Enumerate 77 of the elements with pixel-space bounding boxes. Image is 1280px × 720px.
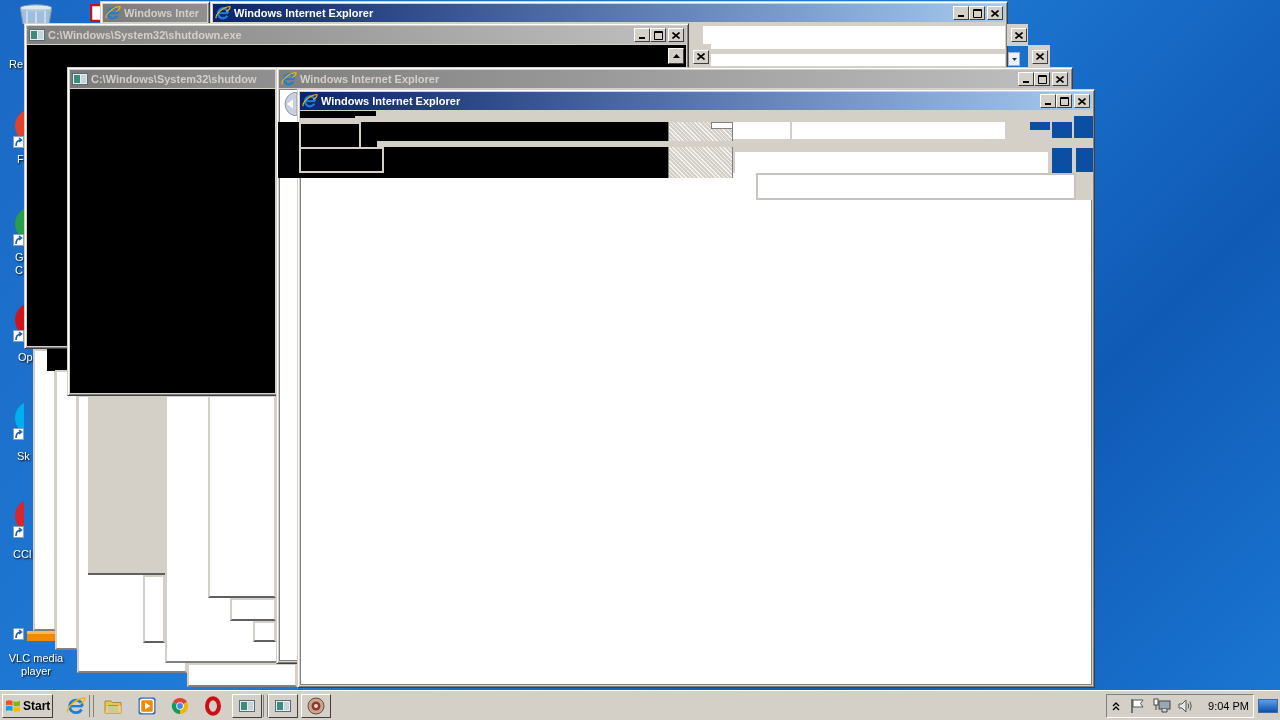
- up-triangle-icon: [672, 54, 680, 58]
- maximize-button[interactable]: [650, 28, 666, 42]
- icon-label[interactable]: Re: [9, 58, 24, 71]
- icon-label[interactable]: CCl: [13, 548, 32, 561]
- flag-icon[interactable]: [1130, 697, 1146, 714]
- close-icon: [991, 9, 999, 17]
- e-logo-icon[interactable]: [66, 695, 86, 716]
- close-icon: [1056, 75, 1064, 83]
- background-patch: [1074, 116, 1093, 138]
- close-button[interactable]: [1074, 94, 1090, 108]
- minimize-button[interactable]: [1040, 94, 1056, 108]
- minimize-button[interactable]: [634, 28, 650, 42]
- taskbar-button[interactable]: [232, 693, 262, 718]
- flag-logo-icon: [5, 697, 21, 714]
- close-icon: [1036, 53, 1044, 60]
- clock[interactable]: 9:04 PM: [1208, 698, 1249, 713]
- window-title: C:\Windows\System32\shutdown.exe: [48, 28, 242, 42]
- chevron-up-icon[interactable]: [1112, 700, 1120, 711]
- e-logo-icon: [105, 5, 121, 21]
- recycle-bin-icon[interactable]: [18, 4, 54, 24]
- taskbar-button[interactable]: [268, 693, 298, 718]
- background-patch: [1076, 148, 1093, 172]
- icon-label[interactable]: Op: [18, 351, 33, 364]
- window-title: Windows Internet Explorer: [234, 6, 374, 20]
- start-button[interactable]: Start: [2, 693, 53, 718]
- maximize-button[interactable]: [1034, 72, 1050, 86]
- minimize-button[interactable]: [953, 6, 969, 20]
- e-logo-icon: [281, 71, 297, 87]
- minimize-icon: [1045, 103, 1051, 105]
- icon-label[interactable]: VLC media player: [5, 652, 67, 678]
- window-title: Windows Internet Explorer: [321, 94, 461, 108]
- back-button[interactable]: [281, 92, 297, 116]
- play-icon[interactable]: [138, 696, 156, 715]
- scroll-up-button[interactable]: [668, 48, 684, 64]
- maximize-icon: [1059, 96, 1069, 106]
- caret-down-icon: [1011, 57, 1017, 61]
- speaker-icon[interactable]: [1177, 697, 1193, 714]
- minimize-icon: [639, 37, 645, 39]
- close-button[interactable]: [693, 49, 709, 64]
- minimize-button[interactable]: [1018, 72, 1034, 86]
- ring-icon[interactable]: [204, 695, 222, 716]
- icon-label[interactable]: Sk: [17, 450, 30, 463]
- close-icon: [672, 31, 680, 39]
- close-button[interactable]: [987, 6, 1003, 20]
- maximize-button[interactable]: [969, 6, 985, 20]
- minimize-icon: [1023, 81, 1029, 83]
- background-patch: [1052, 122, 1072, 138]
- maximize-icon: [1037, 74, 1047, 84]
- background-patch: [1052, 148, 1072, 173]
- window-title: C:\Windows\System32\shutdow: [91, 72, 257, 86]
- e-logo-icon: [215, 5, 231, 21]
- taskbar-button[interactable]: [301, 693, 331, 718]
- dropdown-button[interactable]: [1008, 52, 1020, 66]
- window-title: Windows Inter: [124, 6, 200, 20]
- icon-label[interactable]: G C: [15, 251, 24, 277]
- maximize-icon: [972, 8, 982, 18]
- e-logo-icon: [302, 93, 318, 109]
- console-icon: [239, 697, 255, 714]
- console-icon: [29, 27, 45, 43]
- console-fragment: [47, 349, 67, 371]
- show-desktop-icon[interactable]: [1258, 698, 1278, 713]
- maximize-button[interactable]: [1056, 94, 1072, 108]
- close-icon: [697, 53, 705, 60]
- circle-logo-icon[interactable]: [171, 696, 189, 715]
- close-icon: [1014, 31, 1023, 39]
- window-title: Windows Internet Explorer: [300, 72, 440, 86]
- console-icon: [275, 697, 291, 714]
- minimize-icon: [958, 15, 964, 17]
- maximize-icon: [653, 30, 663, 40]
- close-icon: [1078, 97, 1086, 105]
- close-button[interactable]: [668, 28, 684, 42]
- close-button[interactable]: [1052, 72, 1068, 86]
- console-icon: [72, 71, 88, 87]
- round-emblem-icon: [307, 696, 325, 715]
- background-patch: [1030, 122, 1050, 130]
- network-icon[interactable]: [1153, 697, 1171, 714]
- icon-label[interactable]: F: [17, 153, 24, 166]
